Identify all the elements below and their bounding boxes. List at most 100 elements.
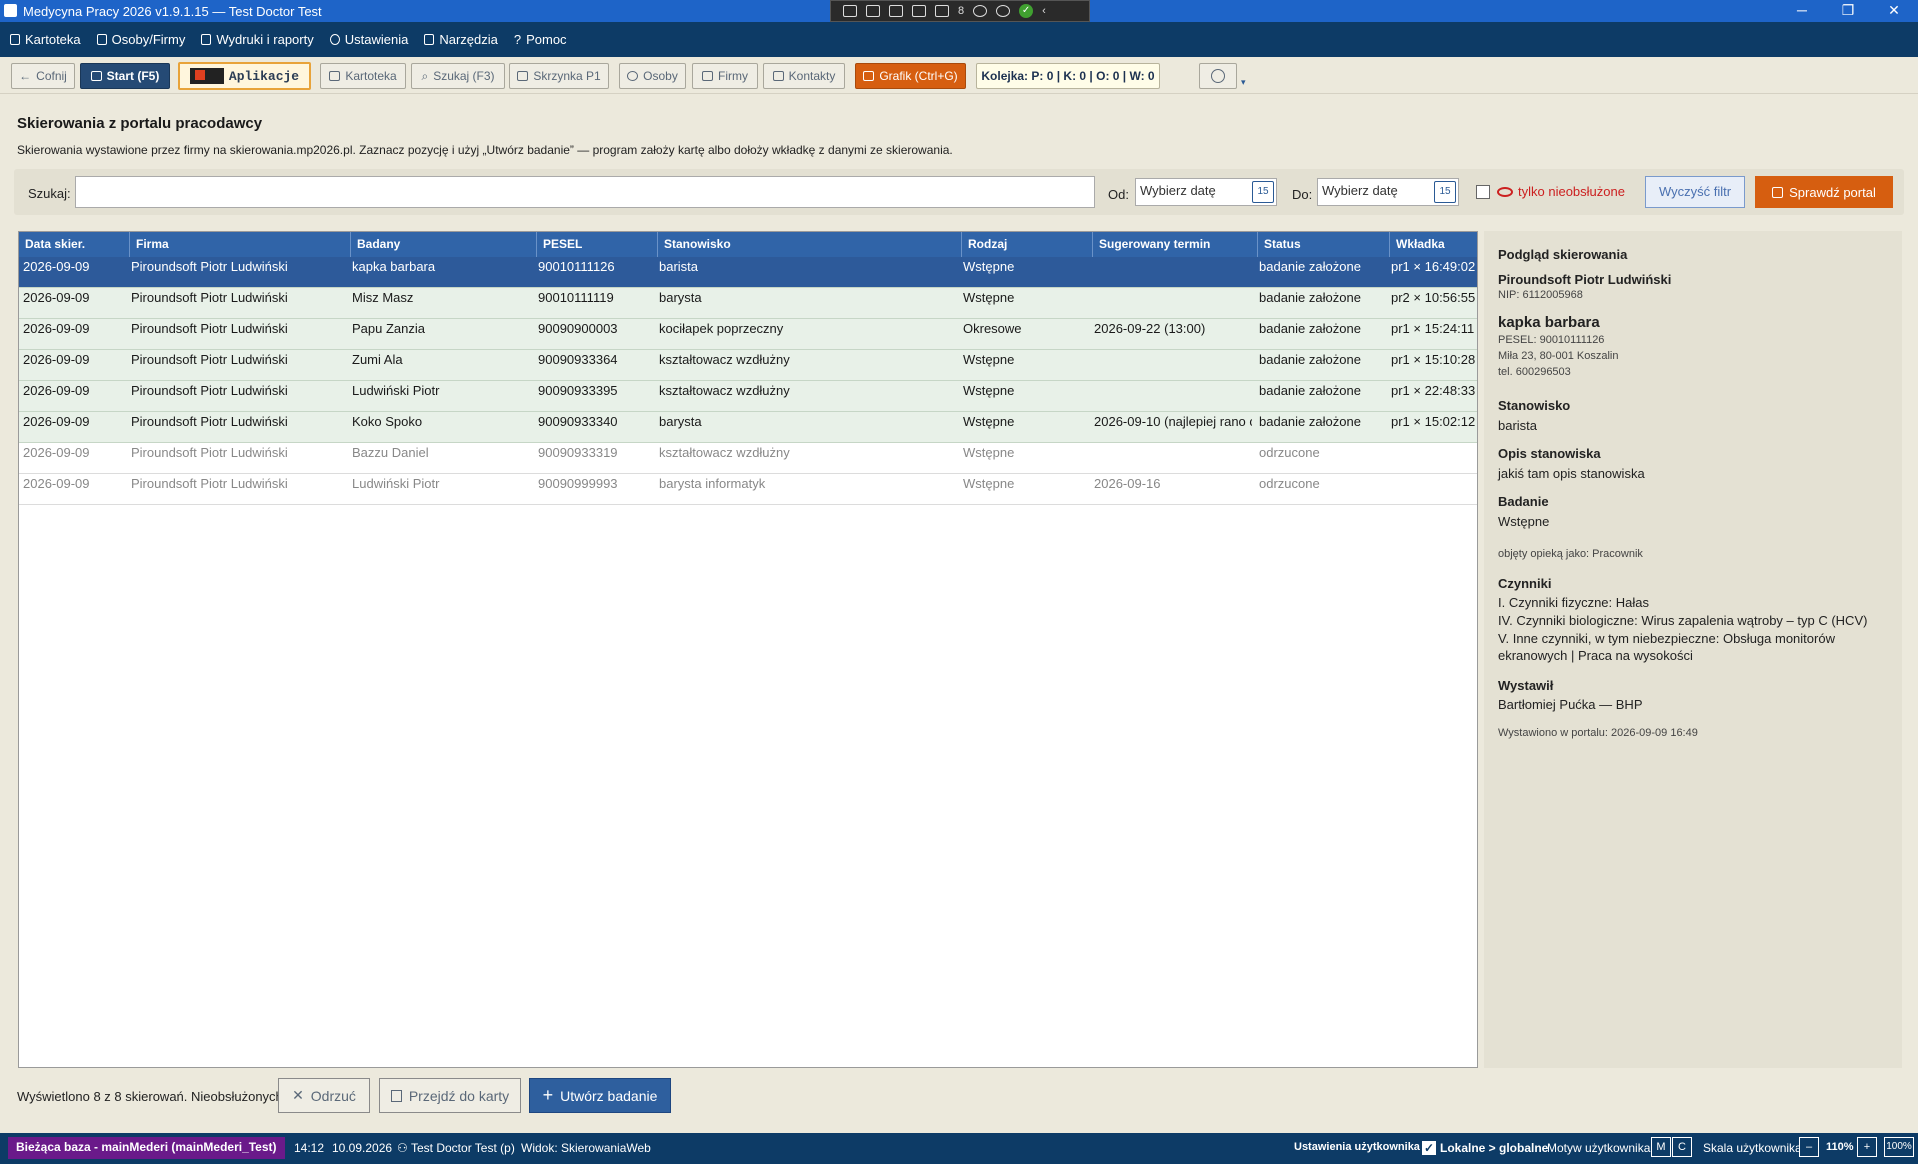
date-from-input[interactable]: Wybierz datę 15 — [1135, 178, 1277, 206]
companies-button[interactable]: Firmy — [692, 63, 758, 89]
menu-pomoc[interactable]: ? Pomoc — [514, 32, 567, 47]
clear-filter-button[interactable]: Wyczyść filtr — [1645, 176, 1745, 208]
close-button[interactable]: ✕ — [1871, 0, 1917, 22]
toolbar: ← Cofnij Start (F5) Aplikacje Kartoteka ⌕… — [0, 57, 1918, 94]
calendar-icon[interactable]: 15 — [1434, 181, 1456, 203]
col-type[interactable]: Rodzaj — [962, 232, 1093, 257]
apps-button[interactable]: Aplikacje — [178, 62, 311, 90]
only-unhandled-checkbox[interactable] — [1476, 185, 1490, 199]
col-position[interactable]: Stanowisko — [658, 232, 962, 257]
start-button[interactable]: Start (F5) — [80, 63, 170, 89]
table-row[interactable]: 2026-09-09 Piroundsoft Piotr Ludwiński Baz… — [19, 443, 1477, 474]
queue-status[interactable]: Kolejka: P: 0 | K: 0 | O: 0 | W: 0 — [976, 63, 1160, 89]
calendar-icon[interactable]: 15 — [1252, 181, 1274, 203]
local-global-label: Lokalne > globalne — [1440, 1141, 1549, 1155]
check-portal-button[interactable]: Sprawdź portal — [1755, 176, 1893, 208]
col-pesel[interactable]: PESEL — [537, 232, 658, 257]
inbox-button[interactable]: Skrzynka P1 — [509, 63, 609, 89]
col-status[interactable]: Status — [1258, 232, 1390, 257]
back-button[interactable]: ← Cofnij — [11, 63, 75, 89]
date-to-input[interactable]: Wybierz datę 15 — [1317, 178, 1459, 206]
reject-button[interactable]: ✕ Odrzuć — [278, 1078, 370, 1113]
cell-pesel: 90010111126 — [538, 259, 615, 274]
col-date[interactable]: Data skier. — [19, 232, 130, 257]
contacts-button[interactable]: Kontakty — [763, 63, 845, 89]
cell-pesel: 90090933395 — [538, 383, 618, 398]
cell-pesel: 90090900003 — [538, 321, 618, 336]
col-suggested[interactable]: Sugerowany termin — [1093, 232, 1258, 257]
cell-insert: pr1 × 16:49:02 — [1391, 259, 1476, 274]
col-company[interactable]: Firma — [130, 232, 351, 257]
goto-card-button[interactable]: Przejdź do karty — [379, 1078, 521, 1113]
tools-icon — [424, 34, 435, 45]
table-row[interactable]: 2026-09-09 Piroundsoft Piotr Ludwiński kap… — [19, 257, 1477, 288]
scale-minus-button[interactable]: – — [1799, 1137, 1819, 1157]
window-icon[interactable] — [912, 5, 926, 17]
table-row[interactable]: 2026-09-09 Piroundsoft Piotr Ludwiński Lud… — [19, 381, 1477, 412]
table-row[interactable]: 2026-09-09 Piroundsoft Piotr Ludwiński Mis… — [19, 288, 1477, 319]
cell-status: badanie założone — [1259, 259, 1361, 274]
preview-factor: V. Inne czynniki, w tym niebezpieczne: O… — [1498, 631, 1835, 646]
kartoteka-button[interactable]: Kartoteka — [320, 63, 406, 89]
share-icon[interactable] — [935, 5, 949, 17]
search-button[interactable]: ⌕ Szukaj (F3) — [411, 63, 505, 89]
restore-button[interactable]: ❐ — [1825, 0, 1871, 22]
screen-capture-icon[interactable] — [843, 5, 857, 17]
cell-date: 2026-09-09 — [23, 259, 90, 274]
check-icon[interactable]: ✓ — [1019, 4, 1034, 18]
col-patient[interactable]: Badany — [351, 232, 537, 257]
file-icon — [329, 71, 341, 81]
cell-insert: pr1 × 22:48:33 — [1391, 383, 1476, 398]
floating-toolbar: 8 ✓ ‹ — [830, 0, 1090, 22]
people-button[interactable]: Osoby — [619, 63, 686, 89]
search-input[interactable] — [75, 176, 1095, 208]
menu-wydruki[interactable]: Wydruki i raporty — [201, 32, 314, 47]
scale-reset-button[interactable]: 100% — [1884, 1137, 1914, 1157]
cell-insert: pr1 × 15:10:28 — [1391, 352, 1476, 367]
present-icon[interactable] — [889, 5, 903, 17]
col-insert[interactable]: Wkładka — [1390, 232, 1477, 257]
table-row[interactable]: 2026-09-09 Piroundsoft Piotr Ludwiński Lud… — [19, 474, 1477, 505]
date-to-label: Do: — [1292, 187, 1313, 202]
preview-address: Miła 23, 80-001 Koszalin — [1498, 350, 1619, 362]
cell-status: badanie założone — [1259, 290, 1361, 305]
create-exam-button[interactable]: + Utwórz badanie — [529, 1078, 671, 1113]
theme-m-button[interactable]: M — [1651, 1137, 1671, 1157]
collapse-icon[interactable]: ‹ — [1042, 5, 1046, 17]
calendar-icon — [863, 71, 875, 81]
table-row[interactable]: 2026-09-09 Piroundsoft Piotr Ludwiński Kok… — [19, 412, 1477, 443]
cell-patient: Ludwiński Piotr — [352, 476, 440, 491]
schedule-button[interactable]: Grafik (Ctrl+G) — [855, 63, 966, 89]
only-unhandled-label[interactable]: tylko nieobsłużone — [1518, 184, 1625, 199]
scale-plus-button[interactable]: + — [1857, 1137, 1877, 1157]
cell-suggested: 2026-09-10 (najlepiej rano o — [1094, 414, 1252, 429]
table-row[interactable]: 2026-09-09 Piroundsoft Piotr Ludwiński Pap… — [19, 319, 1477, 350]
local-global-checkbox[interactable]: ✓ — [1422, 1141, 1436, 1155]
power-icon[interactable] — [996, 5, 1011, 17]
camera-icon[interactable] — [866, 5, 880, 17]
cell-date: 2026-09-09 — [23, 321, 90, 336]
window-title: Medycyna Pracy 2026 v1.9.1.15 — Test Doc… — [23, 4, 322, 19]
table-row[interactable]: 2026-09-09 Piroundsoft Piotr Ludwiński Zum… — [19, 350, 1477, 381]
history-button[interactable] — [1199, 63, 1237, 89]
accessibility-icon[interactable] — [973, 5, 988, 17]
person-icon — [627, 71, 639, 81]
menu-kartoteka[interactable]: Kartoteka — [10, 32, 81, 47]
menu-osoby-firmy[interactable]: Osoby/Firmy — [96, 32, 185, 47]
menu-narzedzia[interactable]: Narzędzia — [424, 32, 498, 47]
cell-insert: pr2 × 10:56:55 — [1391, 290, 1476, 305]
cell-pesel: 90090933340 — [538, 414, 618, 429]
inbox-icon — [517, 71, 529, 81]
user-settings-link[interactable]: Ustawienia użytkownika — [1294, 1141, 1420, 1153]
preview-desc-label: Opis stanowiska — [1498, 446, 1601, 461]
preview-patient: kapka barbara — [1498, 314, 1600, 331]
overflow-icon[interactable]: ▾ — [1241, 77, 1246, 88]
cell-type: Wstępne — [963, 445, 1015, 460]
cell-date: 2026-09-09 — [23, 476, 90, 491]
theme-c-button[interactable]: C — [1672, 1137, 1692, 1157]
menu-ustawienia[interactable]: Ustawienia — [329, 32, 408, 47]
date-from-label: Od: — [1108, 187, 1129, 202]
building-icon — [702, 71, 713, 81]
minimize-button[interactable]: ─ — [1779, 0, 1825, 22]
status-date: 10.09.2026 — [332, 1141, 393, 1155]
